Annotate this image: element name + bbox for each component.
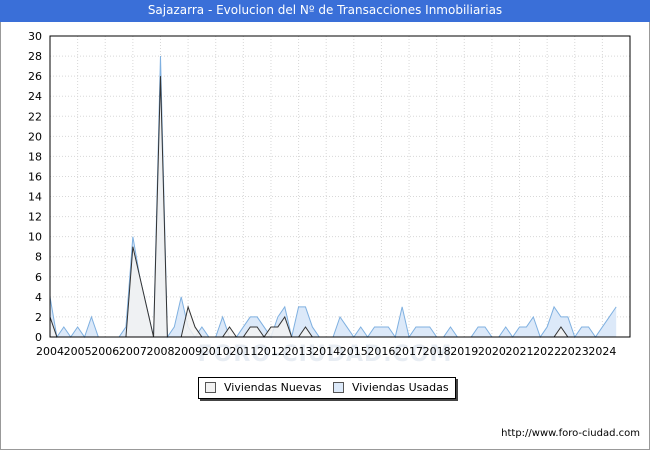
x-tick-label: 2021	[506, 345, 534, 358]
x-tick-label: 2014	[312, 345, 340, 358]
y-tick-label: 30	[28, 30, 42, 43]
y-tick-label: 26	[28, 70, 42, 83]
x-tick-label: 2010	[202, 345, 230, 358]
y-tick-label: 8	[35, 251, 42, 264]
x-tick-label: 2017	[395, 345, 423, 358]
y-tick-label: 16	[28, 170, 42, 183]
legend-swatch-nuevas	[205, 382, 216, 393]
x-tick-label: 2016	[367, 345, 395, 358]
legend-item-nuevas: Viviendas Nuevas	[205, 381, 322, 394]
y-tick-label: 6	[35, 271, 42, 284]
legend-label-nuevas: Viviendas Nuevas	[224, 381, 322, 394]
x-tick-label: 2005	[64, 345, 92, 358]
legend-swatch-usadas	[333, 382, 344, 393]
source-url: http://www.foro-ciudad.com	[501, 428, 640, 439]
x-tick-label: 2006	[91, 345, 119, 358]
legend-item-usadas: Viviendas Usadas	[333, 381, 449, 394]
y-tick-label: 20	[28, 130, 42, 143]
x-tick-label: 2018	[423, 345, 451, 358]
x-tick-label: 2011	[229, 345, 257, 358]
x-tick-label: 2024	[588, 345, 616, 358]
y-tick-label: 2	[35, 311, 42, 324]
y-tick-label: 22	[28, 110, 42, 123]
x-tick-label: 2004	[36, 345, 64, 358]
x-tick-label: 2009	[174, 345, 202, 358]
y-tick-label: 4	[35, 291, 42, 304]
legend: Viviendas Nuevas Viviendas Usadas	[198, 377, 456, 399]
y-tick-label: 12	[28, 211, 42, 224]
y-tick-label: 10	[28, 231, 42, 244]
y-tick-label: 28	[28, 50, 42, 63]
y-tick-label: 18	[28, 150, 42, 163]
x-tick-label: 2012	[257, 345, 285, 358]
x-tick-label: 2020	[478, 345, 506, 358]
y-tick-label: 0	[35, 331, 42, 344]
x-tick-label: 2007	[119, 345, 147, 358]
x-tick-label: 2008	[146, 345, 174, 358]
y-tick-label: 14	[28, 191, 42, 204]
x-tick-label: 2019	[450, 345, 478, 358]
x-tick-label: 2013	[285, 345, 313, 358]
y-tick-label: 24	[28, 90, 42, 103]
x-tick-label: 2015	[340, 345, 368, 358]
legend-label-usadas: Viviendas Usadas	[352, 381, 449, 394]
x-tick-label: 2023	[561, 345, 589, 358]
x-tick-label: 2022	[533, 345, 561, 358]
